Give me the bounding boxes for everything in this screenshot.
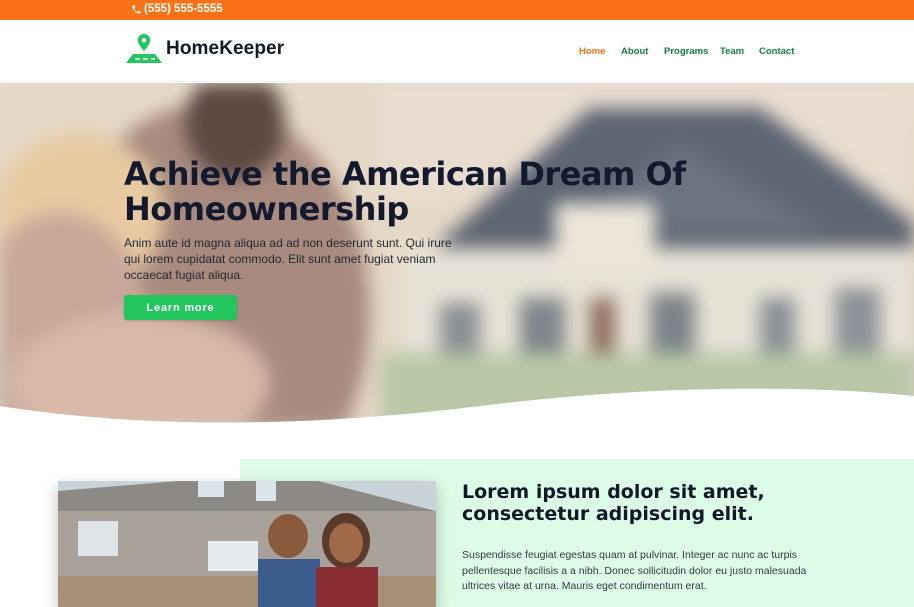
nav-home[interactable]: Home [579, 46, 605, 57]
family-house-photo [58, 481, 436, 607]
hero-description: Anim aute id magna aliqua ad ad non dese… [124, 236, 452, 282]
nav-contact[interactable]: Contact [759, 46, 794, 57]
nav-team[interactable]: Team [720, 46, 744, 57]
nav-programs[interactable]: Programs [664, 46, 708, 57]
nav-about[interactable]: About [621, 46, 648, 57]
brand-name: HomeKeeper [166, 38, 285, 59]
brand-logo[interactable]: HomeKeeper [124, 32, 284, 66]
site-header: HomeKeeper Home About Programs Team Cont… [0, 20, 914, 82]
house-location-pin-icon [126, 34, 162, 63]
top-contact-bar: (555) 555-5555 [0, 0, 914, 20]
hero-wave-divider [0, 388, 914, 428]
hero-title-line-2: Homeownership [124, 190, 409, 228]
phone-icon [132, 4, 141, 14]
phone-number: (555) 555-5555 [144, 3, 223, 15]
about-heading: Lorem ipsum dolor sit amet, consectetur … [462, 481, 765, 525]
learn-more-button[interactable]: Learn more [124, 295, 237, 320]
hero-title-line-1: Achieve the American Dream Of [124, 155, 686, 193]
family-house-image [58, 481, 436, 607]
hero-section: Achieve the American Dream Of Homeowners… [0, 83, 914, 428]
about-description: Suspendisse feugiat egestas quam at pulv… [462, 549, 807, 592]
hero-title: Achieve the American Dream Of Homeowners… [124, 157, 704, 227]
phone-link[interactable]: (555) 555-5555 [131, 3, 223, 15]
